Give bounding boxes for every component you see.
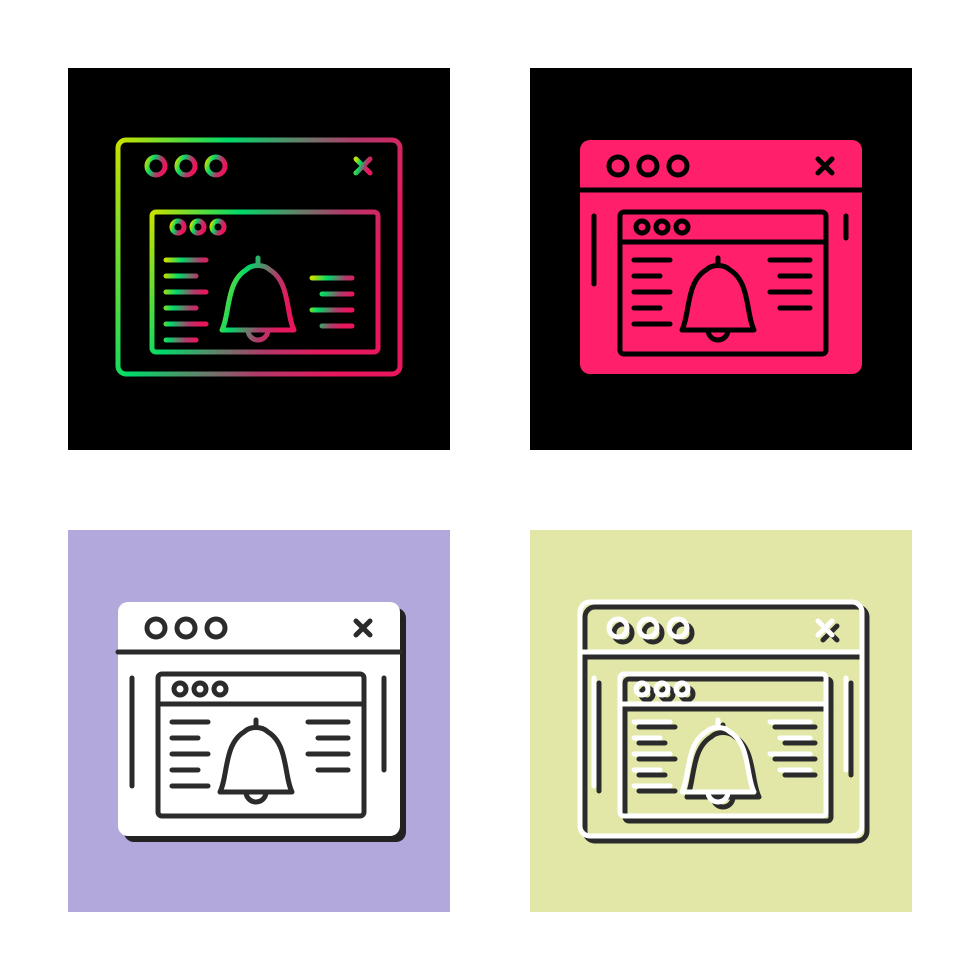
browser-notification-icon <box>68 530 450 912</box>
icon-sheet <box>0 0 980 980</box>
variant-solid-shadow <box>68 530 450 912</box>
variant-glyph <box>530 68 912 450</box>
browser-notification-icon <box>530 530 912 912</box>
browser-notification-icon <box>530 68 912 450</box>
variant-gradient-line <box>68 68 450 450</box>
variant-line-shadow <box>530 530 912 912</box>
browser-notification-icon <box>68 68 450 450</box>
